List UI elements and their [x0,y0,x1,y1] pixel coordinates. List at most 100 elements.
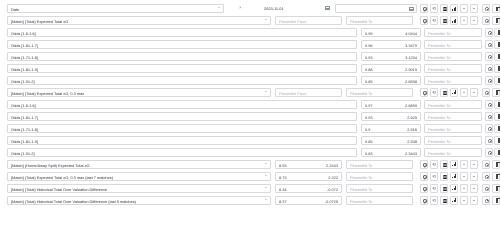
calendar-icon[interactable] [409,7,414,12]
delete-button[interactable] [494,27,500,37]
move-up-button[interactable] [460,15,468,25]
settings-button[interactable] [485,135,493,145]
calendar-icon[interactable] [325,6,330,11]
odds-value-field[interactable]: 0.93 2.625 [361,111,421,121]
refresh-button[interactable]: ⟲ [430,4,438,13]
database-button[interactable] [440,4,448,13]
move-down-button[interactable] [470,159,478,169]
odds-value-field[interactable]: 0.93 3.1234 [361,51,421,61]
delete-button[interactable] [494,51,500,61]
database-button[interactable] [440,159,448,169]
odds-value-field[interactable]: 0.96 3.3479 [361,39,421,49]
settings-button[interactable] [485,75,493,85]
delete-button[interactable] [494,39,500,49]
delete-button[interactable] [492,183,500,193]
move-down-button[interactable] [470,4,478,13]
move-down-button[interactable] [470,183,478,193]
odds-value-field[interactable]: 0.85 2.8938 [361,75,421,85]
metric-select[interactable]: [Match] (Total) Expected Total xG ⌃ [7,15,271,25]
chart-button[interactable] [450,87,458,97]
settings-button[interactable] [485,39,493,49]
delete-button[interactable] [494,147,500,157]
move-up-button[interactable] [460,4,468,13]
metric-value-field[interactable]: 8.73 2.222 [275,171,342,181]
percentile-from-input[interactable]: Percentile From [275,87,342,97]
chart-button[interactable] [450,159,458,169]
percentile-to-input[interactable]: Percentile To [424,51,482,61]
odds-value-field[interactable]: 0.9 2.516 [361,123,421,133]
percentile-to-input[interactable]: Percentile To [346,87,413,97]
settings-button[interactable] [485,99,493,109]
delete-button[interactable] [494,75,500,85]
date-from-input[interactable]: 2023-11-01 [250,4,332,13]
settings-button[interactable] [482,171,490,181]
metric-select[interactable]: [Match] (Home/Away Split) Expected Total… [7,159,271,169]
refresh-button[interactable]: ⟲ [430,87,438,97]
database-button[interactable] [440,87,448,97]
move-up-button[interactable] [460,171,468,181]
disable-button[interactable] [420,183,428,193]
move-up-button[interactable] [460,159,468,169]
percentile-to-input[interactable]: Percentile To [346,171,413,181]
settings-button[interactable] [482,87,490,97]
chart-button[interactable] [450,183,458,193]
percentile-from-input[interactable]: Percentile From [275,15,342,25]
percentile-to-input[interactable]: Percentile To [424,39,482,49]
percentile-to-input[interactable]: Percentile To [424,111,482,121]
settings-button[interactable] [482,159,490,169]
odds-value-field[interactable]: 0.83 2.3443 [361,147,421,157]
settings-button[interactable] [485,27,493,37]
settings-button[interactable] [485,123,493,133]
odds-value-field[interactable]: 0.85 2.538 [361,135,421,145]
move-down-button[interactable] [470,87,478,97]
disable-button[interactable] [420,4,428,13]
settings-button[interactable] [482,15,490,25]
percentile-to-input[interactable]: Percentile To [424,147,482,157]
disable-button[interactable] [420,159,428,169]
percentile-to-input[interactable]: Percentile To [424,123,482,133]
database-button[interactable] [440,183,448,193]
delete-button[interactable] [494,63,500,73]
refresh-button[interactable]: ⟲ [430,171,438,181]
percentile-to-input[interactable]: Percentile To [424,135,482,145]
metric-select[interactable]: [Match] (Total) Historical Total Over Va… [7,195,271,205]
odds-value-field[interactable]: 0.88 2.9015 [361,63,421,73]
delete-button[interactable] [494,99,500,109]
move-down-button[interactable] [470,171,478,181]
percentile-to-input[interactable]: Percentile To [346,15,413,25]
move-up-button[interactable] [460,87,468,97]
odds-value-field[interactable]: 0.99 4.0444 [361,27,421,37]
percentile-to-input[interactable]: Percentile To [424,99,482,109]
delete-button[interactable] [492,15,500,25]
chart-button[interactable] [450,171,458,181]
metric-select[interactable]: [Match] (Total) Expected Total xG, 0.3 m… [7,87,271,97]
delete-button[interactable] [492,195,500,205]
metric-value-field[interactable]: 8.53 2.2443 [275,159,342,169]
clear-icon[interactable]: × [239,5,242,10]
disable-button[interactable] [420,195,428,205]
date-to-input[interactable] [335,4,417,13]
percentile-to-input[interactable]: Percentile To [346,195,413,205]
disable-button[interactable] [420,171,428,181]
database-button[interactable] [440,195,448,205]
disable-button[interactable] [420,15,428,25]
settings-button[interactable] [485,63,493,73]
odds-value-field[interactable]: 0.97 2.8899 [361,99,421,109]
chart-button[interactable] [450,15,458,25]
delete-button[interactable] [492,4,500,13]
delete-button[interactable] [492,171,500,181]
move-down-button[interactable] [470,195,478,205]
delete-button[interactable] [492,87,500,97]
move-up-button[interactable] [460,183,468,193]
settings-button[interactable] [482,183,490,193]
settings-button[interactable] [485,111,493,121]
settings-button[interactable] [482,4,490,13]
percentile-to-input[interactable]: Percentile To [424,27,482,37]
percentile-to-input[interactable]: Percentile To [346,159,413,169]
disable-button[interactable] [420,87,428,97]
settings-button[interactable] [485,147,493,157]
refresh-button[interactable]: ⟲ [430,159,438,169]
percentile-to-input[interactable]: Percentile To [424,63,482,73]
delete-button[interactable] [492,159,500,169]
database-button[interactable] [440,15,448,25]
